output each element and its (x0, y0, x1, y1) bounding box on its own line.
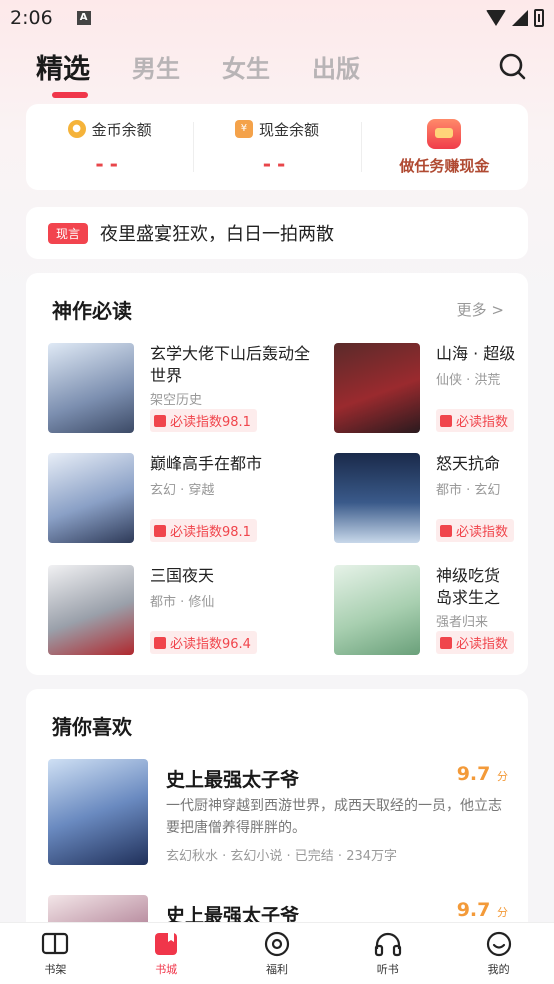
eye-icon (264, 931, 290, 956)
headphones-icon (374, 932, 401, 956)
tab-mine[interactable]: 我的 (443, 923, 554, 984)
notice-text: 夜里盛宴狂欢，白日一拍两散 (100, 224, 335, 245)
coin-label: 金币余额 (91, 120, 152, 139)
tab-label: 福利 (265, 962, 288, 976)
red-envelope-icon (427, 118, 462, 149)
score-text: 必读指数 (456, 415, 509, 430)
book-title: 神级吃货岛求生之 (436, 566, 501, 607)
book-title: 三国夜天 (150, 566, 215, 585)
book-card[interactable]: 山海 · 超级 仙侠 · 洪荒 必读指数 (334, 343, 528, 435)
book-description: 一代厨神穿越到西游世界，成西天取经的一员，他立志要把唐僧养得胖胖的。 (166, 798, 502, 836)
bottom-tab-bar: 书架 书城 福利 听书 我的 (0, 922, 554, 984)
book-title: 巅峰高手在都市 (150, 454, 263, 473)
tab-featured[interactable]: 精选 (36, 47, 90, 98)
signal-icon (512, 10, 528, 26)
book-meta: 强者归来 (436, 615, 489, 630)
cash-balance[interactable]: ¥ 现金余额 -- (193, 104, 360, 190)
book-rating: 9.7 分 (456, 763, 508, 785)
tab-female[interactable]: 女生 (222, 49, 270, 84)
book-cover (334, 565, 420, 655)
must-read-section: 神作必读 更多 > 玄学大佬下山后轰动全世界 架空历史 必读指数98.1 巅峰高… (26, 273, 528, 675)
recommend-book-row[interactable]: 史上最强太子爷 9.7 分 一代厨神穿越到西游世界，成西天取经的一员，他立志要把… (48, 759, 508, 869)
tab-publish[interactable]: 出版 (312, 49, 360, 84)
read-score-badge: 必读指数96.4 (150, 631, 257, 654)
tab-label: 书城 (155, 962, 178, 976)
score-text: 必读指数98.1 (170, 415, 251, 430)
task-label: 做任务赚现金 (399, 156, 490, 175)
book-meta: 都市 · 修仙 (150, 595, 215, 610)
wallet-card: ● 金币余额 -- ¥ 现金余额 -- 做任务赚现金 (26, 104, 528, 190)
notification-icon: A (76, 11, 91, 25)
guess-title: 猜你喜欢 (52, 715, 132, 739)
book-title: 山海 · 超级 (436, 344, 516, 363)
score-icon (440, 524, 452, 537)
tab-bookstore[interactable]: 书城 (111, 923, 222, 984)
score-text: 必读指数98.1 (170, 525, 251, 540)
book-cover (48, 565, 134, 655)
notice-tag: 现言 (48, 222, 89, 244)
cash-label: 现金余额 (258, 120, 319, 139)
cash-value: -- (262, 151, 292, 176)
more-link[interactable]: 更多 > (457, 299, 504, 320)
book-meta: 都市 · 玄幻 (436, 483, 501, 498)
read-score-badge: 必读指数98.1 (150, 519, 257, 542)
tab-label: 书架 (44, 962, 67, 976)
wifi-icon (486, 10, 506, 26)
score-icon (440, 414, 452, 427)
tab-male[interactable]: 男生 (132, 49, 180, 84)
score-icon (154, 636, 166, 649)
coin-balance[interactable]: ● 金币余额 -- (26, 104, 193, 190)
status-bar: 2:06 A (0, 0, 554, 36)
book-cover (48, 343, 134, 433)
smile-icon (486, 931, 511, 956)
book-cover (48, 759, 148, 865)
status-time: 2:06 (10, 7, 53, 29)
read-score-badge: 必读指数 (436, 631, 515, 654)
read-score-badge: 必读指数 (436, 409, 515, 432)
score-icon (154, 414, 166, 427)
book-cover (334, 453, 420, 543)
book-meta: 仙侠 · 洪荒 (436, 373, 501, 388)
score-text: 必读指数96.4 (170, 637, 251, 652)
score-icon (440, 636, 452, 649)
book-meta: 玄幻 · 穿越 (150, 483, 215, 498)
tab-bookshelf[interactable]: 书架 (0, 923, 111, 984)
book-cover (48, 453, 134, 543)
book-meta: 架空历史 (150, 393, 203, 408)
cash-icon: ¥ (234, 120, 253, 138)
category-tabs: 精选 男生 女生 出版 (36, 44, 402, 98)
book-card[interactable]: 怒天抗命 都市 · 玄幻 必读指数 (334, 453, 528, 545)
coin-icon: ● (67, 120, 86, 138)
book-rating: 9.7 分 (456, 899, 508, 921)
book-title: 史上最强太子爷 (166, 769, 300, 791)
score-icon (154, 524, 166, 537)
tab-label: 我的 (487, 962, 510, 976)
read-score-badge: 必读指数 (436, 519, 515, 542)
battery-icon (534, 9, 544, 27)
book-title: 怒天抗命 (436, 454, 501, 473)
tab-welfare[interactable]: 福利 (222, 923, 333, 984)
book-card[interactable]: 巅峰高手在都市 玄幻 · 穿越 必读指数98.1 (48, 453, 338, 545)
guess-you-like-section: 猜你喜欢 史上最强太子爷 9.7 分 一代厨神穿越到西游世界，成西天取经的一员，… (26, 689, 528, 949)
tab-label: 听书 (376, 962, 399, 976)
tab-listen[interactable]: 听书 (332, 923, 443, 984)
book-card[interactable]: 神级吃货岛求生之 强者归来 必读指数 (334, 565, 528, 657)
read-score-badge: 必读指数98.1 (150, 409, 257, 432)
book-card[interactable]: 玄学大佬下山后轰动全世界 架空历史 必读指数98.1 (48, 343, 338, 435)
book-title: 玄学大佬下山后轰动全世界 (150, 344, 311, 385)
coin-value: -- (95, 151, 124, 176)
book-card[interactable]: 三国夜天 都市 · 修仙 必读指数96.4 (48, 565, 338, 657)
book-meta: 玄幻秋水 · 玄幻小说 · 已完结 · 234万字 (166, 849, 398, 864)
task-earn[interactable]: 做任务赚现金 (360, 104, 528, 190)
bookstore-icon (155, 932, 178, 955)
must-read-title: 神作必读 (52, 299, 132, 323)
book-cover (334, 343, 420, 433)
search-icon[interactable] (498, 52, 526, 80)
score-text: 必读指数 (456, 637, 509, 652)
book-open-icon (42, 932, 69, 954)
notice-banner[interactable]: 现言 夜里盛宴狂欢，白日一拍两散 (26, 207, 528, 259)
score-text: 必读指数 (456, 525, 509, 540)
